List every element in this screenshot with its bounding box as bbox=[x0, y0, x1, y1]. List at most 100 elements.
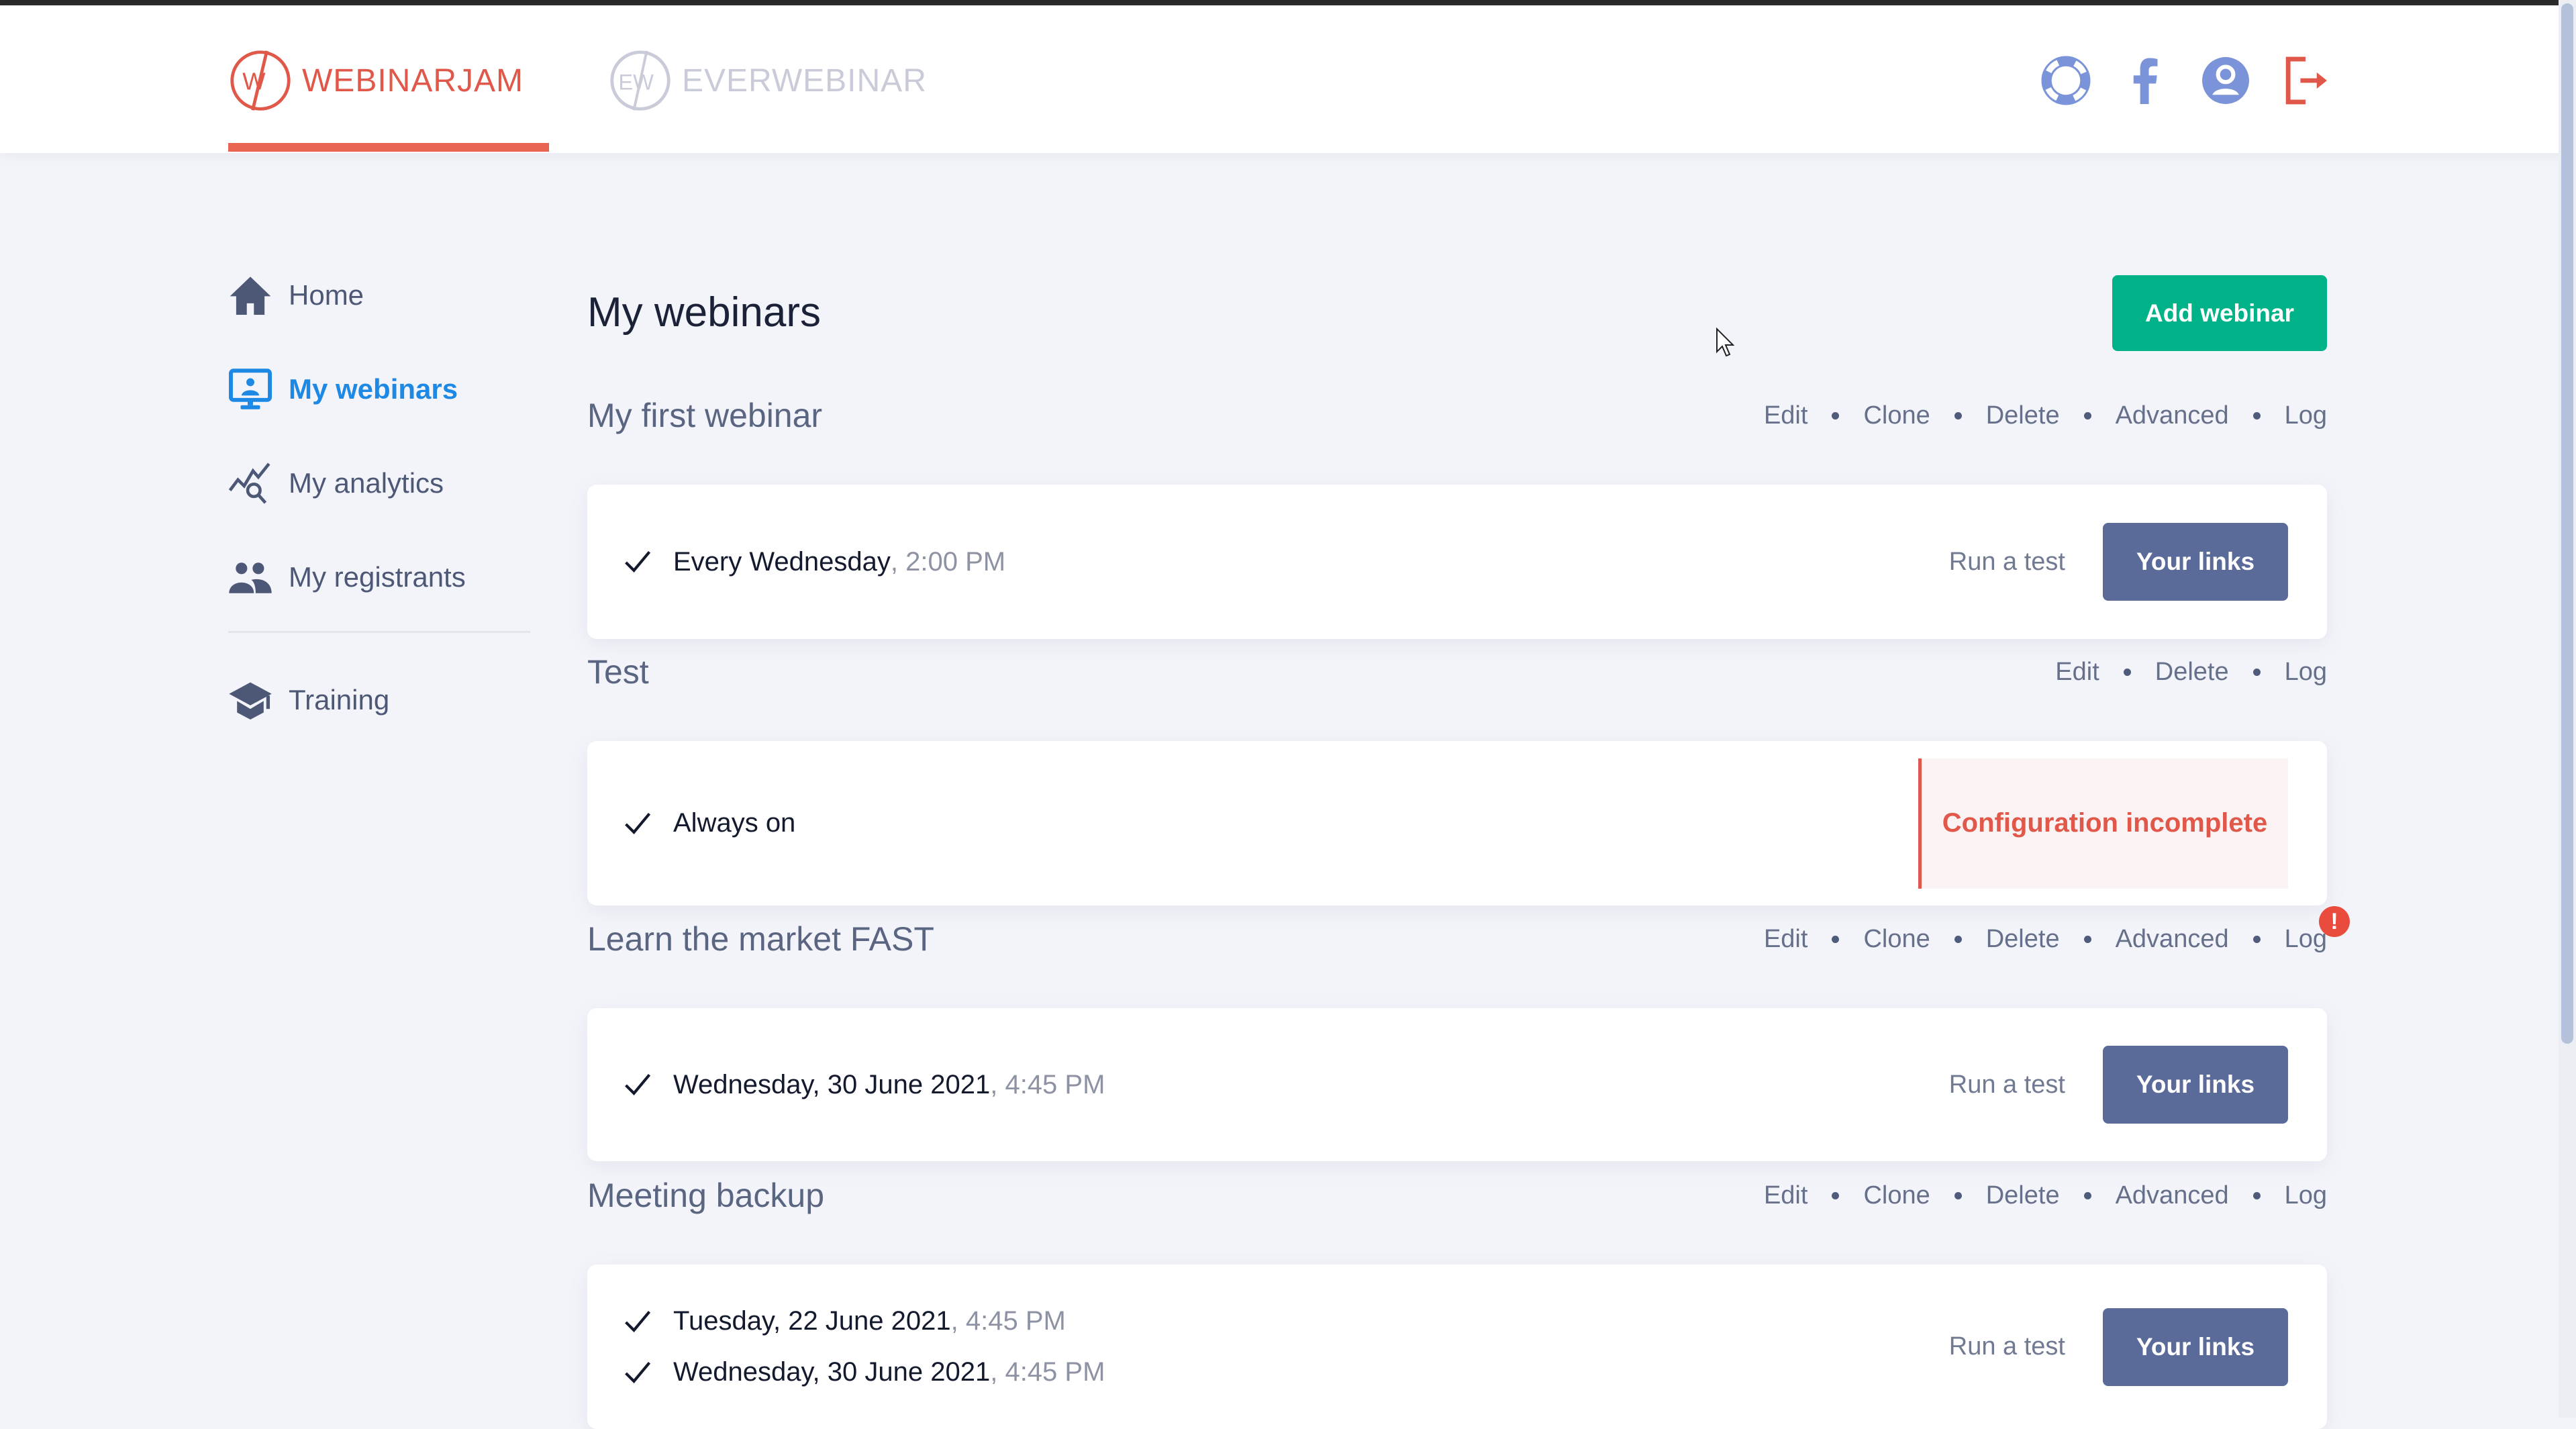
advanced-link[interactable]: Advanced bbox=[2116, 925, 2229, 954]
schedule-slot: Always on bbox=[622, 798, 795, 849]
brand-everwebinar-label: EVERWEBINAR bbox=[682, 62, 927, 99]
delete-link[interactable]: Delete bbox=[1986, 1181, 2060, 1210]
clone-link[interactable]: Clone bbox=[1863, 925, 1930, 954]
sidebar-item-label: My webinars bbox=[289, 373, 458, 405]
schedule-date: Tuesday, 22 June 2021 bbox=[673, 1306, 951, 1336]
webinar-card: Tuesday, 22 June 2021, 4:45 PM Wednesday… bbox=[587, 1265, 2327, 1429]
advanced-link[interactable]: Advanced bbox=[2116, 1181, 2229, 1210]
everwebinar-logo-icon: EW bbox=[610, 50, 671, 111]
schedule-date: Every Wednesday bbox=[673, 546, 891, 577]
schedule-time: , 4:45 PM bbox=[990, 1069, 1105, 1099]
webinar-title[interactable]: Test bbox=[587, 652, 649, 691]
webinar-card: Wednesday, 30 June 2021, 4:45 PM Run a t… bbox=[587, 1008, 2327, 1161]
svg-text:EW: EW bbox=[618, 69, 654, 94]
sidebar-item-label: Home bbox=[289, 279, 364, 311]
delete-link[interactable]: Delete bbox=[2155, 658, 2229, 687]
facebook-icon bbox=[2133, 58, 2158, 104]
sidebar-item-my-registrants[interactable]: My registrants bbox=[228, 544, 530, 611]
user-account-button[interactable] bbox=[2197, 52, 2254, 109]
edit-link[interactable]: Edit bbox=[1764, 925, 1807, 954]
check-icon bbox=[625, 1073, 651, 1095]
sidebar-item-home[interactable]: Home bbox=[228, 262, 530, 329]
clone-link[interactable]: Clone bbox=[1863, 401, 1930, 430]
separator-dot bbox=[2083, 412, 2091, 420]
logout-button[interactable] bbox=[2277, 52, 2334, 109]
add-webinar-button[interactable]: Add webinar bbox=[2112, 275, 2327, 351]
sidebar-item-my-webinars[interactable]: My webinars bbox=[228, 356, 530, 423]
sidebar-item-training[interactable]: Training bbox=[228, 667, 530, 734]
brand-webinarjam-label: WEBINARJAM bbox=[302, 62, 524, 99]
separator-dot bbox=[2083, 1192, 2091, 1199]
separator-dot bbox=[1832, 1192, 1840, 1199]
check-icon bbox=[625, 1361, 651, 1383]
run-test-link[interactable]: Run a test bbox=[1949, 1071, 2065, 1099]
page-title: My webinars bbox=[587, 289, 821, 336]
your-links-button[interactable]: Your links bbox=[2103, 1308, 2288, 1386]
delete-link[interactable]: Delete bbox=[1986, 925, 2060, 954]
log-link[interactable]: Log bbox=[2285, 1181, 2327, 1210]
webinar-card: Always on Configuration incomplete bbox=[587, 741, 2327, 905]
separator-dot bbox=[2123, 669, 2131, 676]
webinar-title[interactable]: My first webinar bbox=[587, 396, 822, 435]
webinar-actions: Edit Delete Log bbox=[2055, 658, 2327, 687]
schedule-slot: Wednesday, 30 June 2021, 4:45 PM bbox=[622, 1059, 1105, 1110]
facebook-button[interactable] bbox=[2118, 52, 2174, 109]
separator-dot bbox=[1954, 412, 1962, 420]
edit-link[interactable]: Edit bbox=[1764, 1181, 1807, 1210]
schedule-date: Always on bbox=[673, 808, 796, 838]
top-header: W WEBINARJAM EW EVERWEBINAR bbox=[0, 5, 2576, 153]
graduation-cap-icon bbox=[229, 682, 272, 720]
separator-dot bbox=[1954, 1192, 1962, 1199]
user-account-icon bbox=[2202, 57, 2249, 104]
active-brand-underline bbox=[228, 143, 549, 152]
alert-exclamation-icon: ! bbox=[2319, 906, 2350, 937]
webinar-actions: Edit Clone Delete Advanced Log bbox=[1764, 1181, 2327, 1210]
webinar-title[interactable]: Meeting backup bbox=[587, 1176, 824, 1215]
webinarjam-logo-icon: W bbox=[230, 50, 291, 111]
configuration-incomplete-status[interactable]: Configuration incomplete bbox=[1918, 758, 2288, 889]
run-test-link[interactable]: Run a test bbox=[1949, 548, 2065, 577]
your-links-button[interactable]: Your links bbox=[2103, 523, 2288, 601]
separator-dot bbox=[2252, 669, 2261, 676]
brand-webinarjam-tab[interactable]: W WEBINARJAM bbox=[228, 44, 524, 117]
separator-dot bbox=[2252, 1192, 2261, 1199]
schedule-date: Wednesday, 30 June 2021 bbox=[673, 1069, 991, 1099]
log-link[interactable]: Log bbox=[2285, 401, 2327, 430]
edit-link[interactable]: Edit bbox=[2055, 658, 2099, 687]
webinar-card: Every Wednesday, 2:00 PM Run a test Your… bbox=[587, 485, 2327, 639]
schedule-slot: Wednesday, 30 June 2021, 4:45 PM bbox=[622, 1347, 1105, 1398]
log-link[interactable]: Log bbox=[2285, 658, 2327, 687]
schedule-time: , 2:00 PM bbox=[890, 546, 1006, 577]
clone-link[interactable]: Clone bbox=[1863, 1181, 1930, 1210]
sidebar-item-label: My analytics bbox=[289, 467, 444, 499]
edit-link[interactable]: Edit bbox=[1764, 401, 1807, 430]
brand-everwebinar-tab[interactable]: EW EVERWEBINAR bbox=[608, 44, 927, 117]
logout-icon bbox=[2285, 56, 2327, 105]
webinar-actions: Edit Clone Delete Advanced Log bbox=[1764, 401, 2327, 430]
separator-dot bbox=[1954, 936, 1962, 943]
your-links-button[interactable]: Your links bbox=[2103, 1046, 2288, 1124]
check-icon bbox=[625, 1310, 651, 1332]
run-test-link[interactable]: Run a test bbox=[1949, 1332, 2065, 1361]
home-icon bbox=[230, 277, 271, 315]
schedule-slot: Every Wednesday, 2:00 PM bbox=[622, 536, 1005, 587]
support-lifering-icon bbox=[2041, 56, 2091, 105]
monitor-presenter-icon bbox=[228, 368, 273, 409]
webinar-title[interactable]: Learn the market FAST bbox=[587, 920, 934, 958]
sidebar-item-label: My registrants bbox=[289, 561, 466, 593]
sidebar-item-my-analytics[interactable]: My analytics bbox=[228, 450, 530, 517]
separator-dot bbox=[1832, 412, 1840, 420]
schedule-time: , 4:45 PM bbox=[950, 1306, 1066, 1336]
webinar-actions: Edit Clone Delete Advanced Log ! bbox=[1764, 906, 2350, 954]
advanced-link[interactable]: Advanced bbox=[2116, 401, 2229, 430]
delete-link[interactable]: Delete bbox=[1986, 401, 2060, 430]
schedule-slot: Tuesday, 22 June 2021, 4:45 PM bbox=[622, 1296, 1105, 1347]
sidebar-nav: Home My webinars My analytics My registr… bbox=[228, 262, 530, 760]
separator-dot bbox=[2252, 412, 2261, 420]
separator-dot bbox=[2083, 936, 2091, 943]
support-button[interactable] bbox=[2038, 52, 2094, 109]
analytics-search-icon bbox=[228, 462, 270, 504]
separator-dot bbox=[2252, 936, 2261, 943]
scrollbar-thumb[interactable] bbox=[2561, 3, 2573, 1044]
vertical-scrollbar[interactable] bbox=[2559, 0, 2576, 1418]
